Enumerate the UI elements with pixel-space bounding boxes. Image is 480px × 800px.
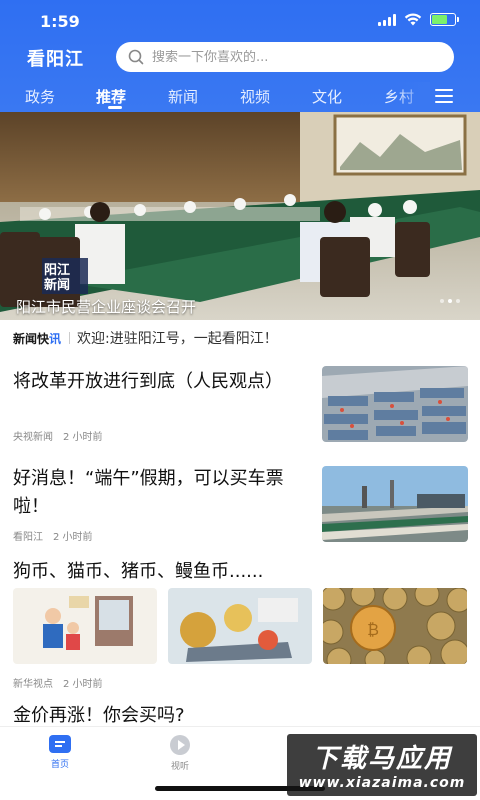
news-flash-text: 欢迎:进驻阳江号，一起看阳江！	[77, 331, 278, 347]
nav-home[interactable]: 首页	[30, 735, 90, 770]
banner-image	[0, 112, 480, 320]
tab-wenhua[interactable]: 文化	[312, 86, 342, 107]
home-icon	[49, 735, 71, 753]
play-icon	[170, 735, 190, 755]
news-flash-bar[interactable]: 新闻快讯 欢迎:进驻阳江号，一起看阳江！	[0, 320, 480, 356]
article-thumbnail	[168, 588, 312, 664]
article-card[interactable]: 将改革开放进行到底（人民观点） 央视新闻 2 小时前	[0, 362, 480, 452]
active-tab-indicator	[108, 106, 122, 109]
nav-video-label: 视听	[170, 762, 189, 772]
article-time: 2 小时前	[63, 432, 103, 443]
battery-icon	[430, 13, 459, 26]
watermark-cn: 下载马应用	[311, 744, 452, 774]
article-card[interactable]: 狗币、猫币、猪币、鳗鱼币...... ₿ 新华视点 2 小时前	[0, 558, 480, 693]
tab-tuijian[interactable]: 推荐	[96, 86, 126, 107]
search-icon	[128, 49, 144, 65]
article-title: 狗币、猫币、猪币、鳗鱼币......	[13, 561, 264, 582]
status-icons	[378, 13, 459, 26]
news-flash-tag-a: 新闻快	[13, 331, 50, 346]
nav-video[interactable]: 视听	[150, 735, 210, 772]
carousel-dot	[440, 299, 444, 303]
signal-icon	[378, 13, 396, 26]
banner-carousel[interactable]: 阳江 新闻 阳江市民营企业座谈会召开	[0, 112, 480, 320]
carousel-dots	[440, 299, 460, 303]
divider	[69, 332, 71, 344]
banner-logo-line2: 新闻	[44, 278, 71, 293]
article-source: 看阳江	[13, 532, 43, 543]
news-flash-tag: 新闻快讯	[13, 330, 61, 347]
app-header: 1:59 看阳江 政务 推荐 新闻 视频 文化 乡村	[0, 0, 480, 112]
app-brand: 看阳江	[27, 49, 84, 70]
article-title: 将改革开放进行到底（人民观点）	[13, 371, 283, 392]
article-time: 2 小时前	[63, 679, 103, 690]
article-meta: 央视新闻 2 小时前	[13, 428, 103, 443]
status-time: 1:59	[40, 12, 80, 31]
article-meta: 看阳江 2 小时前	[13, 528, 93, 543]
search-input[interactable]	[152, 49, 432, 65]
carousel-dot	[456, 299, 460, 303]
article-time: 2 小时前	[53, 532, 93, 543]
banner-caption: 阳江市民营企业座谈会召开	[16, 298, 197, 316]
news-flash-tag-b: 讯	[49, 331, 62, 346]
banner-logo-line1: 阳江	[44, 263, 71, 278]
article-thumbnail: ₿	[323, 588, 467, 664]
article-source: 新华视点	[13, 679, 53, 690]
banner-logo: 阳江 新闻	[44, 263, 70, 293]
status-bar: 1:59	[0, 0, 480, 40]
article-title: 好消息！“端午”假期，可以买车票啦！	[13, 468, 284, 517]
nav-home-label: 首页	[50, 760, 69, 770]
article-thumbnail	[322, 366, 468, 442]
tab-xinwen[interactable]: 新闻	[168, 86, 198, 107]
search-bar[interactable]	[116, 42, 454, 72]
carousel-dot-active	[448, 299, 452, 303]
article-thumbnail	[322, 466, 468, 542]
tab-zhengwu[interactable]: 政务	[25, 86, 55, 107]
tabs-fade	[395, 82, 430, 110]
svg-text:₿: ₿	[367, 620, 379, 639]
tab-shipin[interactable]: 视频	[240, 86, 270, 107]
article-meta: 新华视点 2 小时前	[13, 675, 103, 690]
article-source: 央视新闻	[13, 432, 53, 443]
article-card[interactable]: 金价再涨！你会买吗?	[0, 702, 480, 726]
watermark: 下载马应用 www.xiazaima.com	[287, 734, 477, 796]
article-thumbnail	[13, 588, 157, 664]
menu-icon[interactable]	[435, 89, 453, 103]
article-card[interactable]: 好消息！“端午”假期，可以买车票啦！ 看阳江 2 小时前	[0, 462, 480, 552]
wifi-icon	[404, 13, 422, 26]
watermark-en: www.xiazaima.com	[298, 775, 466, 791]
